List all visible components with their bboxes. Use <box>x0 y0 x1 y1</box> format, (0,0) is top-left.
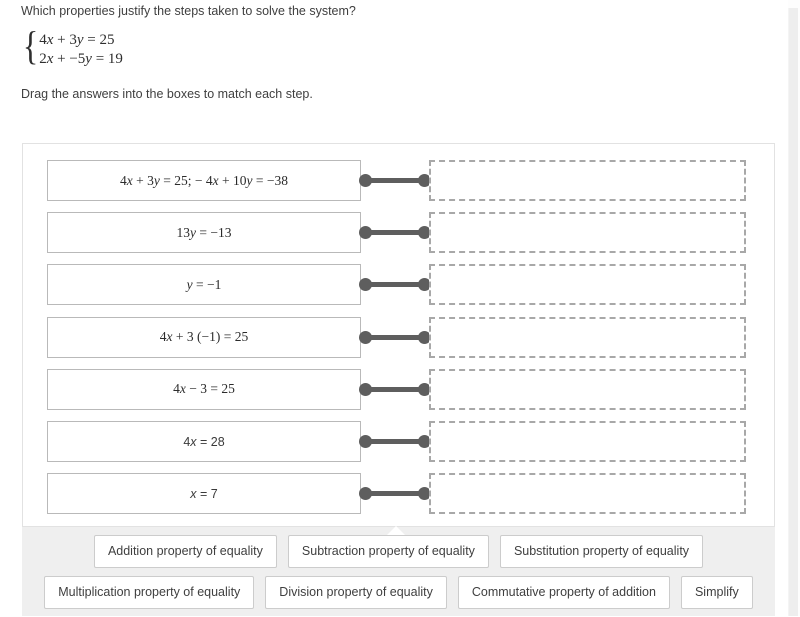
connector-knob-left <box>359 226 372 240</box>
connector-bar <box>364 178 426 183</box>
step-expression-box: y = −1 <box>47 264 361 306</box>
page-scrollbar-thumb[interactable] <box>788 8 798 616</box>
connector-bar <box>364 386 426 392</box>
step-expression-box: 4x + 3y = 25; − 4x + 10y = −38 <box>47 160 361 201</box>
answer-tile[interactable]: Multiplication property of equality <box>44 576 255 609</box>
answer-drop-zone[interactable] <box>429 368 746 410</box>
step-connector <box>359 330 431 344</box>
step-row: y = −1 <box>23 264 774 306</box>
system-equations-list: 4x + 3y = 25 2x + −5y = 19 <box>39 30 123 69</box>
step-expression-text: x = 7 <box>190 486 218 501</box>
system-equation-2: 2x + −5y = 19 <box>39 51 123 67</box>
matching-card: 4x + 3y = 25; − 4x + 10y = −38 13y = −13 y… <box>22 143 775 527</box>
step-expression-box: 4x + 3 (−1) = 25 <box>47 316 361 358</box>
connector-knob-left <box>359 382 372 396</box>
answer-drop-zone[interactable] <box>429 316 746 358</box>
connector-bar <box>364 439 426 444</box>
system-equation-1: 4x + 3y = 25 <box>39 32 115 48</box>
answer-tile-row: Addition property of equality Subtraction… <box>22 535 775 568</box>
answer-tile[interactable]: Addition property of equality <box>93 535 277 568</box>
answer-tile[interactable]: Commutative property of addition <box>457 576 670 609</box>
step-connector <box>359 226 431 240</box>
step-expression-text: 4x = 28 <box>183 434 225 449</box>
step-row: 4x = 28 <box>23 421 774 462</box>
step-expression-text: y = −1 <box>186 276 222 292</box>
answer-drop-zone[interactable] <box>429 160 746 201</box>
step-row: 4x − 3 = 25 <box>23 368 774 410</box>
step-expression-text: 4x + 3y = 25; − 4x + 10y = −38 <box>120 172 288 188</box>
instruction-text: Drag the answers into the boxes to match… <box>21 87 313 101</box>
system-of-equations: { 4x + 3y = 25 2x + −5y = 19 <box>21 23 123 69</box>
step-connector <box>359 487 431 501</box>
answer-drop-zone[interactable] <box>429 421 746 462</box>
connector-knob-left <box>359 487 372 501</box>
connector-bar <box>364 282 426 288</box>
step-expression-box: x = 7 <box>47 473 361 515</box>
answer-tile[interactable]: Substitution property of equality <box>499 535 704 568</box>
answer-drop-zone[interactable] <box>429 473 746 515</box>
step-connector <box>359 435 431 448</box>
answer-drop-zone[interactable] <box>429 212 746 254</box>
step-expression-box: 13y = −13 <box>47 212 361 254</box>
step-expression-text: 13y = −13 <box>176 224 232 240</box>
page-scrollbar-track[interactable] <box>788 0 800 616</box>
connector-bar <box>364 334 426 340</box>
step-row: 4x + 3 (−1) = 25 <box>23 316 774 358</box>
connector-bar <box>364 491 426 497</box>
step-row: 4x + 3y = 25; − 4x + 10y = −38 <box>23 160 774 201</box>
step-row: x = 7 <box>23 473 774 515</box>
system-brace: { <box>22 23 39 68</box>
answer-tile[interactable]: Subtraction property of equality <box>287 535 489 568</box>
step-connector <box>359 382 431 396</box>
connector-knob-left <box>359 278 372 292</box>
answer-tile[interactable]: Simplify <box>680 576 753 609</box>
step-expression-text: 4x − 3 = 25 <box>173 381 235 397</box>
page-title: Which properties justify the steps taken… <box>21 4 356 18</box>
answer-tile-row: Multiplication property of equality Divis… <box>22 576 775 609</box>
answer-bank-panel: Addition property of equality Subtraction… <box>22 526 775 617</box>
step-expression-box: 4x − 3 = 25 <box>47 368 361 410</box>
connector-knob-left <box>359 174 372 187</box>
step-row: 13y = −13 <box>23 212 774 254</box>
answer-bank-rows: Addition property of equality Subtraction… <box>22 527 775 617</box>
step-connector <box>359 174 431 187</box>
connector-knob-left <box>359 435 372 448</box>
connector-knob-left <box>359 330 372 344</box>
step-expression-text: 4x + 3 (−1) = 25 <box>159 329 249 345</box>
step-connector <box>359 278 431 292</box>
connector-bar <box>364 230 426 236</box>
answer-tile[interactable]: Division property of equality <box>265 576 447 609</box>
answer-drop-zone[interactable] <box>429 264 746 306</box>
step-expression-box: 4x = 28 <box>47 421 361 462</box>
